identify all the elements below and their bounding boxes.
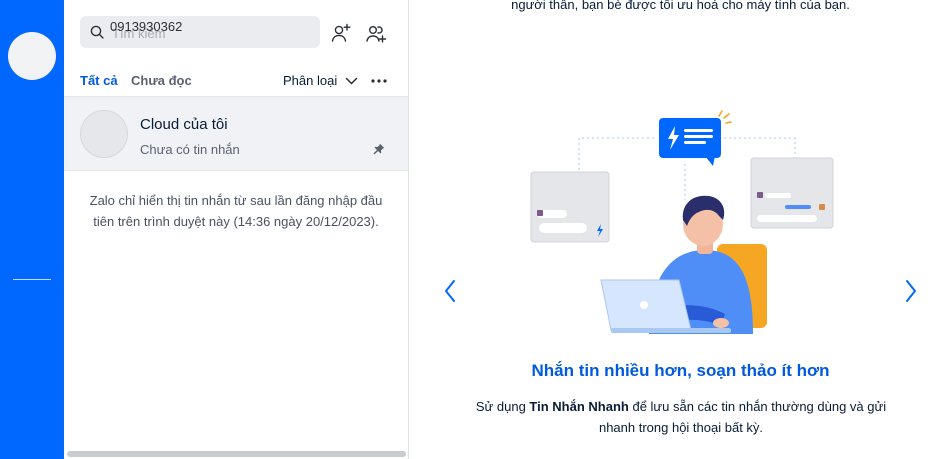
conversation-item-cloud[interactable]: Cloud của tôi Chưa có tin nhắn [64,96,408,171]
nav-divider [13,279,51,280]
tab-all[interactable]: Tất cả [80,73,118,88]
slide-desc-after: để lưu sẵn các tin nhắn thường dùng và g… [598,399,887,435]
pin-icon [373,143,385,155]
quick-message-illustration [530,110,834,334]
search-value[interactable]: 0913930362 [110,19,182,34]
nav-rail [0,0,64,459]
search-input[interactable]: Tìm kiếm 0913930362 [80,16,320,48]
conversation-list-pane: Tìm kiếm 0913930362 Tất cả Chưa đọc Phân… [64,0,409,459]
create-group-icon[interactable] [365,22,387,44]
welcome-pane: người thân, bạn bè được tối ưu hoá cho m… [409,0,952,459]
conversation-filters: Tất cả Chưa đọc Phân loại [64,70,408,94]
chevron-down-icon[interactable] [345,76,358,86]
slide-desc-bold: Tin Nhắn Nhanh [529,399,629,414]
conversation-preview: Chưa có tin nhắn [140,142,240,157]
login-notice: Zalo chỉ hiển thị tin nhắn từ sau lần đă… [89,193,383,229]
slide-description: Sử dụng Tin Nhắn Nhanh để lưu sẵn các ti… [461,396,901,438]
welcome-text: người thân, bạn bè được tối ưu hoá cho m… [511,0,850,12]
slide-desc-before: Sử dụng [475,399,530,414]
slide-title: Nhắn tin nhiều hơn, soạn thảo ít hơn [531,361,830,380]
add-friend-icon[interactable] [330,22,352,44]
search-icon [90,25,104,39]
conversation-avatar [80,110,128,158]
previous-slide-arrow-icon[interactable] [442,278,458,304]
horizontal-scrollbar[interactable] [67,451,406,457]
next-slide-arrow-icon[interactable] [903,278,919,304]
more-options-icon[interactable] [369,74,389,88]
tab-unread[interactable]: Chưa đọc [131,73,192,88]
classify-dropdown[interactable]: Phân loại [283,73,337,88]
zalo-web-app: Tìm kiếm 0913930362 Tất cả Chưa đọc Phân… [0,0,952,459]
user-avatar[interactable] [8,32,56,80]
conversation-title: Cloud của tôi [140,116,228,133]
